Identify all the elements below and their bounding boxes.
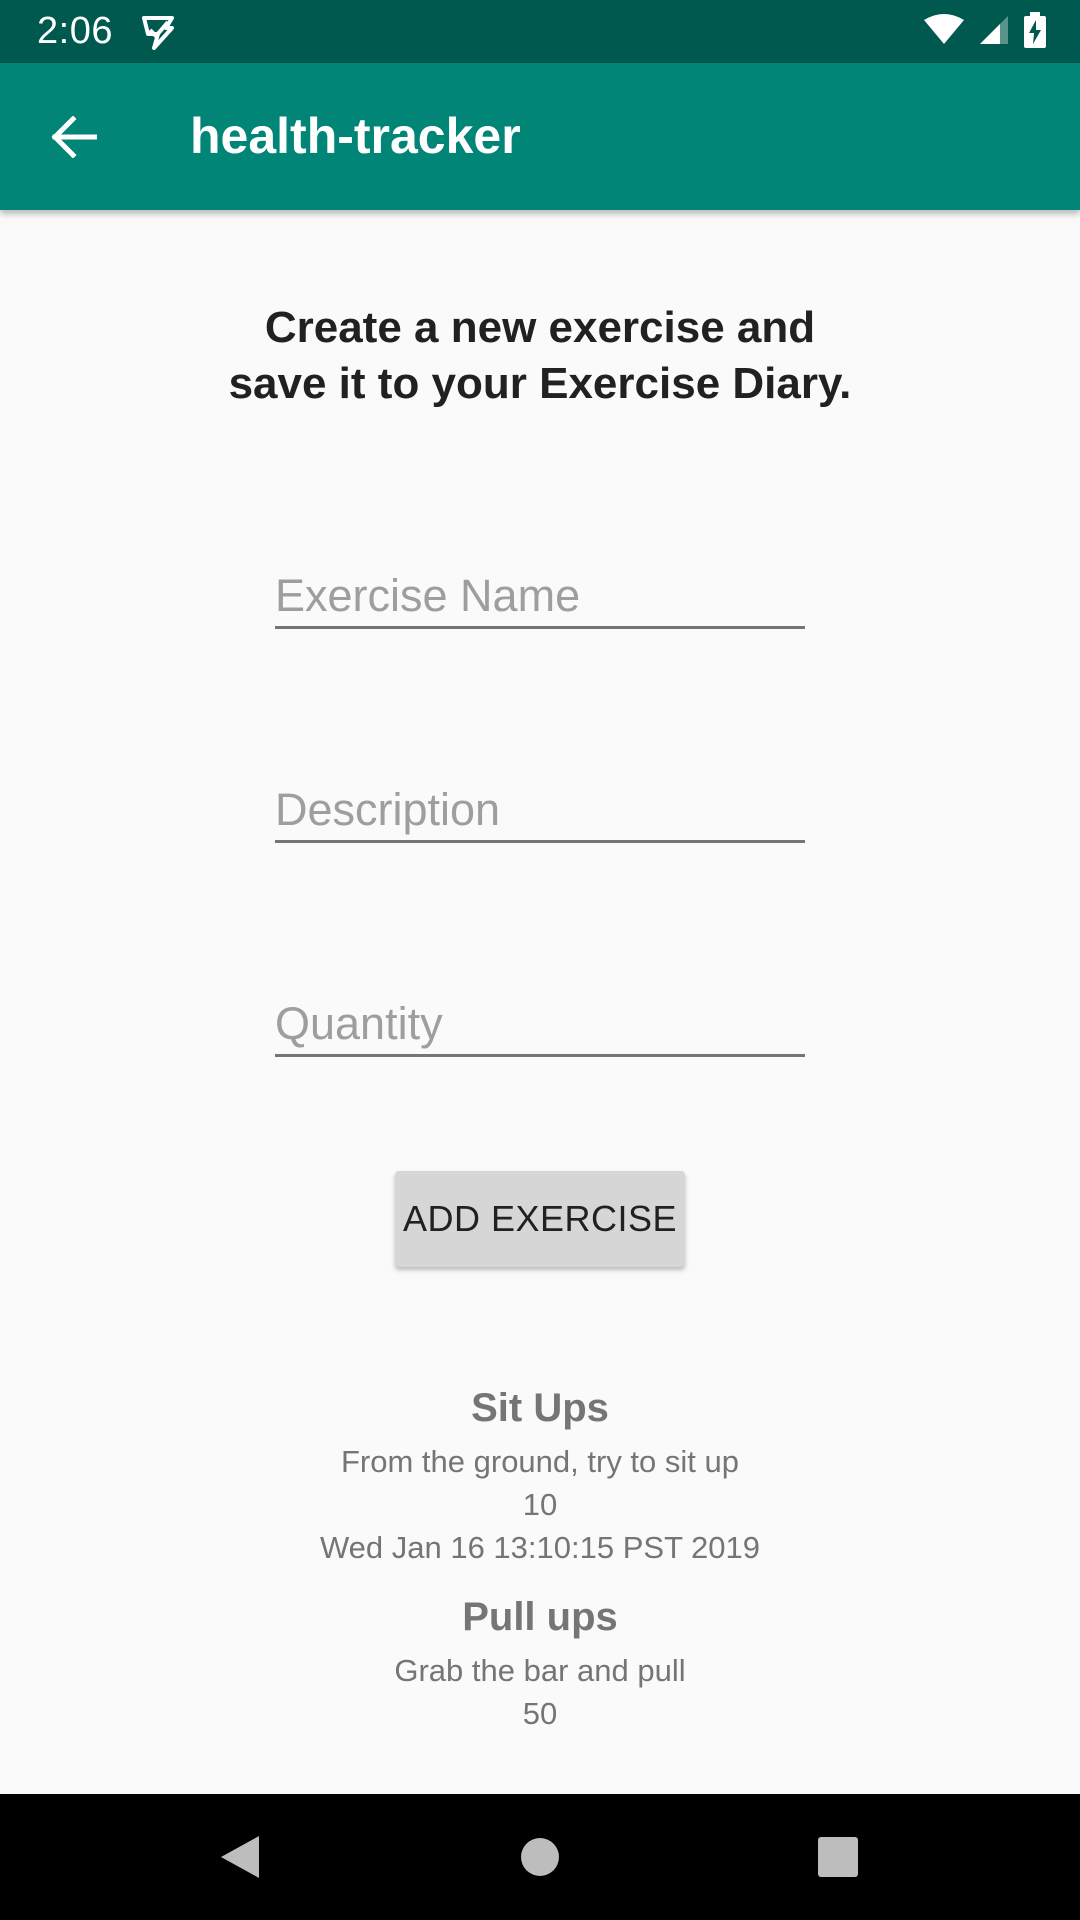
status-time: 2:06 xyxy=(37,10,113,52)
nav-home-button[interactable] xyxy=(500,1824,580,1890)
app-bar: health-tracker xyxy=(0,63,1080,210)
exercise-quantity: 10 xyxy=(522,1487,558,1522)
exercise-title: Sit Ups xyxy=(471,1386,609,1430)
status-bar: 2:06 xyxy=(0,0,1080,63)
recents-square-icon xyxy=(818,1837,858,1877)
notification-app-icon xyxy=(140,14,176,50)
list-item[interactable]: Sit Ups From the ground, try to sit up 1… xyxy=(0,1380,1080,1569)
home-circle-icon xyxy=(521,1838,559,1876)
quantity-input[interactable] xyxy=(275,994,805,1057)
cell-signal-icon xyxy=(978,14,1010,51)
nav-recents-button[interactable] xyxy=(798,1824,878,1890)
add-exercise-button[interactable]: ADD EXERCISE xyxy=(395,1171,685,1267)
intro-line-2: save it to your Exercise Diary. xyxy=(228,359,852,408)
nav-back-button[interactable] xyxy=(200,1824,280,1890)
back-button[interactable] xyxy=(38,105,110,169)
wifi-icon xyxy=(924,13,964,51)
navigation-bar xyxy=(0,1794,1080,1920)
list-item[interactable]: Pull ups Grab the bar and pull 50 xyxy=(0,1589,1080,1735)
exercise-name-input[interactable] xyxy=(275,566,805,629)
status-icons xyxy=(924,11,1046,53)
exercise-description: Grab the bar and pull xyxy=(394,1653,686,1688)
exercise-list: Sit Ups From the ground, try to sit up 1… xyxy=(0,1380,1080,1755)
back-triangle-icon xyxy=(221,1836,259,1878)
exercise-title: Pull ups xyxy=(462,1595,618,1639)
description-input[interactable] xyxy=(275,780,805,843)
exercise-description: From the ground, try to sit up xyxy=(340,1444,739,1479)
intro-line-1: Create a new exercise and xyxy=(264,303,816,352)
battery-charging-icon xyxy=(1024,11,1046,53)
intro-text: Create a new exercise and save it to you… xyxy=(0,300,1080,412)
exercise-timestamp: Wed Jan 16 13:10:15 PST 2019 xyxy=(319,1530,761,1565)
exercise-quantity: 50 xyxy=(522,1696,558,1731)
arrow-back-icon xyxy=(51,116,97,158)
app-title: health-tracker xyxy=(190,108,521,164)
